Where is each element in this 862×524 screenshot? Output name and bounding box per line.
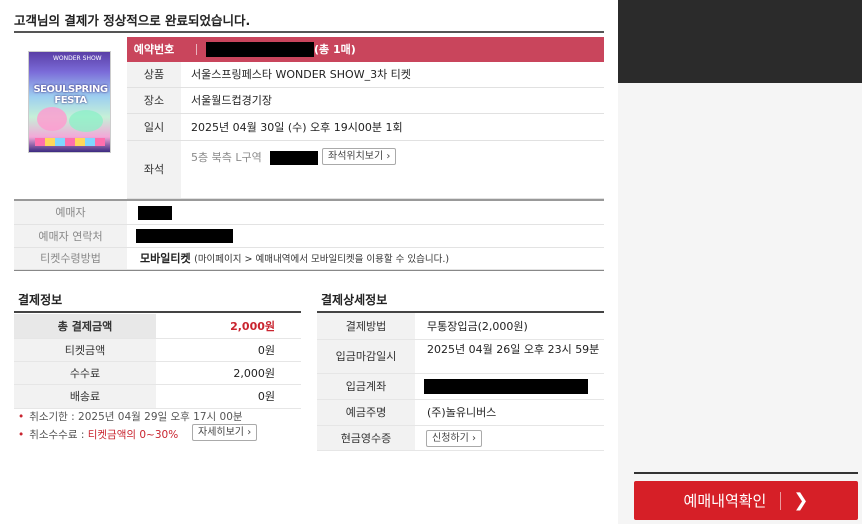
seat-label: 좌석 <box>127 141 181 198</box>
chevron-right-icon: › <box>472 433 476 444</box>
apply-receipt-button[interactable]: 신청하기 › <box>426 430 482 447</box>
cancel-fee-note: • 취소수수료 : 티켓금액의 0~30% <box>18 427 178 442</box>
total-amount-value: 2,000원 <box>230 320 275 333</box>
product-row: 상품 서울스프링페스타 WONDER SHOW_3차 티켓 <box>127 62 604 88</box>
right-sidebar: 예매내역확인 ❯ <box>618 0 862 524</box>
redacted-deposit-account <box>424 379 588 394</box>
buyer-name-row: 예매자 <box>14 201 604 225</box>
shipping-label: 배송료 <box>14 385 156 408</box>
venue-value: 서울월드컵경기장 <box>191 94 272 107</box>
cancel-fee-prefix: 취소수수료 : <box>29 429 88 441</box>
button-separator <box>780 491 782 510</box>
seat-location-button[interactable]: 좌석위치보기 › <box>322 148 397 165</box>
fee-value: 2,000원 <box>233 367 275 380</box>
buyer-contact-row: 예매자 연락처 <box>14 225 604 248</box>
ticket-count: (총 1매) <box>314 43 356 56</box>
buyer-contact-label: 예매자 연락처 <box>14 225 127 247</box>
ticket-amount-label: 티켓금액 <box>14 339 156 361</box>
payment-section-bar <box>14 311 301 313</box>
event-poster: WONDER SHOW SEOULSPRING FESTA <box>28 51 111 153</box>
buyer-section-bottom-divider <box>14 270 604 271</box>
redacted-buyer-name <box>138 206 172 220</box>
poster-title: SEOULSPRING FESTA <box>33 84 108 106</box>
poster-top-text: WONDER SHOW <box>53 55 102 62</box>
payment-detail-section-title: 결제상세정보 <box>321 293 388 307</box>
payment-method-label: 결제방법 <box>317 313 415 339</box>
ticket-method-row: 티켓수령방법 모바일티켓 (마이페이지 > 예매내역에서 모바일티켓을 이용할 … <box>14 248 604 270</box>
total-amount-row: 총 결제금액 2,000원 <box>14 314 301 339</box>
chevron-right-icon: › <box>386 151 391 162</box>
product-value: 서울스프링페스타 WONDER SHOW_3차 티켓 <box>191 68 411 81</box>
cash-receipt-row: 현금영수증 신청하기 › <box>317 426 604 451</box>
payment-method-row: 결제방법 무통장입금(2,000원) <box>317 313 604 340</box>
shipping-row: 배송료 0원 <box>14 385 301 409</box>
page-title: 고객님의 결제가 정상적으로 완료되었습니다. <box>14 13 251 28</box>
view-bookings-button-label: 예매내역확인 <box>683 492 767 510</box>
ticket-method-label: 티켓수령방법 <box>14 248 127 269</box>
reservation-number-label: 예약번호 <box>133 43 175 56</box>
fee-label: 수수료 <box>14 362 156 384</box>
account-holder-value: (주)놀유니버스 <box>427 406 497 419</box>
deposit-account-row: 입금계좌 <box>317 374 604 400</box>
poster-decoration <box>35 138 105 146</box>
seat-value: 5층 북측 L구역 <box>191 151 262 164</box>
account-holder-row: 예금주명 (주)놀유니버스 <box>317 400 604 426</box>
cancel-deadline-text: 취소기한 : 2025년 04월 29일 오후 17시 00분 <box>29 411 243 423</box>
deposit-deadline-label: 입금마감일시 <box>317 340 415 373</box>
payment-section-title: 결제정보 <box>18 293 63 307</box>
redacted-buyer-contact <box>136 229 233 243</box>
poster-decoration <box>69 110 103 132</box>
redacted-seat-number <box>270 151 318 165</box>
ticket-method-note: (마이페이지 > 예매내역에서 모바일티켓을 이용할 수 있습니다.) <box>194 254 450 265</box>
title-divider <box>14 31 604 33</box>
datetime-label: 일시 <box>127 114 181 140</box>
seat-row: 좌석 5층 북측 L구역 좌석위치보기 › <box>127 141 604 199</box>
apply-receipt-button-label: 신청하기 <box>432 433 469 444</box>
venue-row: 장소 서울월드컵경기장 <box>127 88 604 114</box>
details-button-label: 자세히보기 <box>198 427 244 438</box>
deposit-deadline-row: 입금마감일시 2025년 04월 26일 오후 23시 59분 <box>317 340 604 374</box>
deposit-deadline-value: 2025년 04월 26일 오후 23시 59분 <box>427 343 600 356</box>
ticket-amount-value: 0원 <box>257 344 275 357</box>
seat-location-button-label: 좌석위치보기 <box>328 151 384 162</box>
buyer-name-label: 예매자 <box>14 201 127 224</box>
details-button[interactable]: 자세히보기 › <box>192 424 258 441</box>
payment-method-value: 무통장입금(2,000원) <box>427 320 528 333</box>
fee-row: 수수료 2,000원 <box>14 362 301 385</box>
redacted-reservation-number <box>206 42 314 57</box>
shipping-value: 0원 <box>257 390 275 403</box>
chevron-right-icon: ❯ <box>793 489 809 511</box>
bullet-icon: • <box>18 429 25 441</box>
total-amount-label: 총 결제금액 <box>14 314 156 338</box>
bullet-icon: • <box>18 411 25 423</box>
cancel-fee-value: 티켓금액의 0~30% <box>87 429 179 441</box>
sidebar-divider <box>634 472 858 474</box>
datetime-value: 2025년 04월 30일 (수) 오후 19시00분 1회 <box>191 121 403 134</box>
reservation-number-row: 예약번호 (총 1매) <box>127 37 604 62</box>
datetime-row: 일시 2025년 04월 30일 (수) 오후 19시00분 1회 <box>127 114 604 141</box>
ticket-method-type: 모바일티켓 <box>140 252 191 265</box>
product-label: 상품 <box>127 62 181 87</box>
cash-receipt-label: 현금영수증 <box>317 426 415 450</box>
venue-label: 장소 <box>127 88 181 113</box>
ticket-method-value: 모바일티켓 (마이페이지 > 예매내역에서 모바일티켓을 이용할 수 있습니다.… <box>140 248 449 271</box>
poster-decoration <box>37 107 67 131</box>
chevron-right-icon: › <box>247 427 252 438</box>
cancel-deadline-note: • 취소기한 : 2025년 04월 29일 오후 17시 00분 <box>18 409 243 424</box>
ticket-amount-row: 티켓금액 0원 <box>14 339 301 362</box>
view-bookings-button[interactable]: 예매내역확인 ❯ <box>634 481 858 520</box>
account-holder-label: 예금주명 <box>317 400 415 425</box>
divider <box>196 44 197 55</box>
sidebar-header <box>618 0 862 83</box>
deposit-account-label: 입금계좌 <box>317 374 415 399</box>
